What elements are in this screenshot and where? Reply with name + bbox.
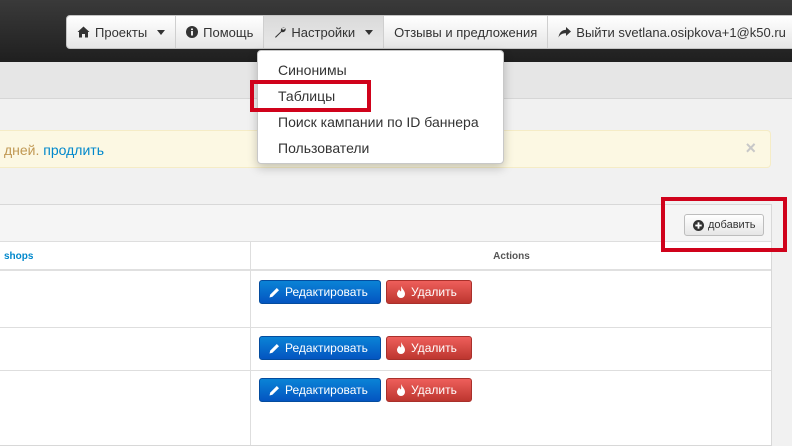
chevron-down-icon [157,29,166,35]
edit-button-label: Редактировать [285,341,368,355]
fire-icon [397,384,405,396]
menu-item-users[interactable]: Пользователи [278,140,369,156]
pencil-icon [269,343,279,353]
pencil-icon [269,287,279,297]
edit-button-label: Редактировать [285,383,368,397]
share-arrow-icon [558,26,572,37]
alert-message: дней. продлить [4,142,104,158]
shops-panel: добавить shops Actions Редактировать Уда… [0,204,772,446]
nav-feedback-label: Отзывы и предложения [394,24,538,40]
fire-icon [397,286,405,298]
nav-projects[interactable]: Проекты [67,16,177,48]
highlight-tables-item [250,80,371,112]
table-header: shops Actions [0,242,771,271]
delete-button-label: Удалить [411,285,457,299]
extend-link[interactable]: продлить [43,142,104,158]
wrench-icon [275,27,287,38]
nav-settings-label: Настройки [291,24,356,40]
table-row: Редактировать Удалить [0,328,771,371]
column-header-actions: Actions [493,251,530,262]
nav-projects-label: Проекты [95,24,148,40]
fire-icon [397,342,405,354]
panel-header: добавить [0,205,771,242]
column-header-shops[interactable]: shops [4,251,33,262]
delete-button[interactable]: Удалить [386,280,472,304]
nav-logout-label: Выйти svetlana.osipkova+1@k50.ru [576,24,786,40]
close-icon[interactable]: × [745,138,756,159]
table-row: Редактировать Удалить [0,271,771,328]
info-icon [186,26,199,38]
pencil-icon [269,385,279,395]
table-row: Редактировать Удалить [0,371,771,445]
delete-button-label: Удалить [411,341,457,355]
nav-help-label: Помощь [203,24,254,40]
menu-item-banner-search[interactable]: Поиск кампании по ID баннера [278,114,479,130]
edit-button[interactable]: Редактировать [259,336,381,360]
main-nav: Проекты Помощь Настройки Отзывы и предло… [66,15,792,49]
delete-button[interactable]: Удалить [386,378,472,402]
home-icon [77,26,90,38]
nav-help[interactable]: Помощь [176,16,265,48]
chevron-down-icon [365,29,374,35]
edit-button-label: Редактировать [285,285,368,299]
menu-item-synonyms[interactable]: Синонимы [278,62,347,78]
edit-button[interactable]: Редактировать [259,378,381,402]
alert-text: дней. [4,142,44,158]
nav-settings[interactable]: Настройки [264,16,385,48]
nav-feedback[interactable]: Отзывы и предложения [384,16,549,48]
highlight-add-button [661,197,787,252]
nav-logout[interactable]: Выйти svetlana.osipkova+1@k50.ru [548,16,792,48]
delete-button-label: Удалить [411,383,457,397]
delete-button[interactable]: Удалить [386,336,472,360]
edit-button[interactable]: Редактировать [259,280,381,304]
